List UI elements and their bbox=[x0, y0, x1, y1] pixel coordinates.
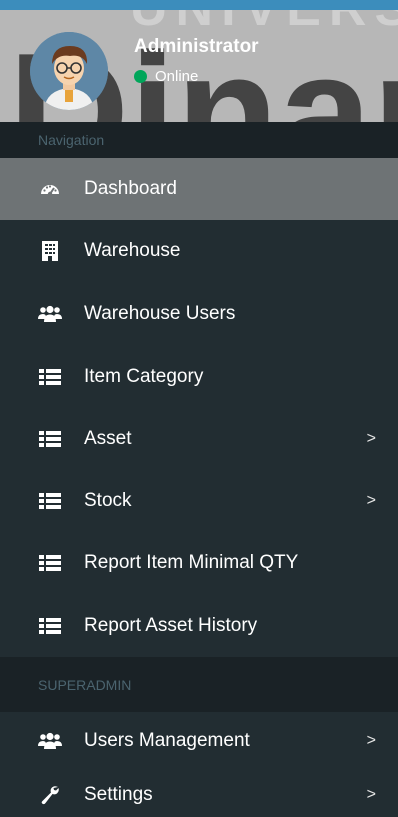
menu-item-asset[interactable]: Asset > bbox=[0, 408, 398, 470]
section-header-navigation: Navigation bbox=[0, 122, 398, 158]
menu-label-report-item-minimal-qty: Report Item Minimal QTY bbox=[84, 552, 299, 573]
menu-label-item-category: Item Category bbox=[84, 366, 204, 387]
user-status-text: Online bbox=[155, 68, 199, 85]
menu-label-dashboard: Dashboard bbox=[84, 178, 177, 199]
section-header-superadmin: SUPERADMIN bbox=[0, 657, 398, 712]
chevron-right-icon[interactable]: > bbox=[367, 492, 376, 510]
menu-item-item-category[interactable]: Item Category bbox=[0, 346, 398, 408]
user-status: Online bbox=[134, 68, 198, 85]
menu-label-report-asset-history: Report Asset History bbox=[84, 615, 258, 636]
top-accent-bar bbox=[0, 0, 398, 10]
menu-item-settings[interactable]: Settings > bbox=[0, 772, 398, 817]
menu-item-stock[interactable]: Stock > bbox=[0, 470, 398, 532]
chevron-right-icon[interactable]: > bbox=[367, 732, 376, 750]
wrench-icon bbox=[38, 783, 62, 807]
users-icon bbox=[38, 302, 62, 326]
avatar[interactable] bbox=[30, 32, 108, 110]
menu-item-warehouse-users[interactable]: Warehouse Users bbox=[0, 283, 398, 345]
list-icon bbox=[38, 427, 62, 451]
menu-label-warehouse-users: Warehouse Users bbox=[84, 303, 236, 324]
menu-label-warehouse: Warehouse bbox=[84, 240, 181, 261]
menu-label-users-management: Users Management bbox=[84, 730, 250, 751]
user-name: Administrator bbox=[134, 36, 259, 57]
chevron-right-icon[interactable]: > bbox=[367, 786, 376, 804]
list-icon bbox=[38, 365, 62, 389]
dashboard-icon bbox=[38, 177, 62, 201]
menu-item-report-item-minimal-qty[interactable]: Report Item Minimal QTY bbox=[0, 532, 398, 594]
building-icon bbox=[38, 239, 62, 263]
list-icon bbox=[38, 551, 62, 575]
list-icon bbox=[38, 614, 62, 638]
list-icon bbox=[38, 489, 62, 513]
chevron-right-icon[interactable]: > bbox=[367, 430, 376, 448]
menu-item-warehouse[interactable]: Warehouse bbox=[0, 220, 398, 282]
user-panel: UNIVERS Dinar Administrator bbox=[0, 10, 398, 122]
online-status-dot bbox=[134, 70, 147, 83]
menu-label-settings: Settings bbox=[84, 783, 153, 805]
sidebar: UNIVERS Dinar Administrator bbox=[0, 0, 398, 817]
menu-item-users-management[interactable]: Users Management > bbox=[0, 710, 398, 772]
users-icon bbox=[38, 729, 62, 753]
menu-label-asset: Asset bbox=[84, 428, 132, 449]
menu-label-stock: Stock bbox=[84, 490, 132, 511]
menu-item-dashboard[interactable]: Dashboard bbox=[0, 158, 398, 220]
menu-item-report-asset-history[interactable]: Report Asset History bbox=[0, 595, 398, 657]
